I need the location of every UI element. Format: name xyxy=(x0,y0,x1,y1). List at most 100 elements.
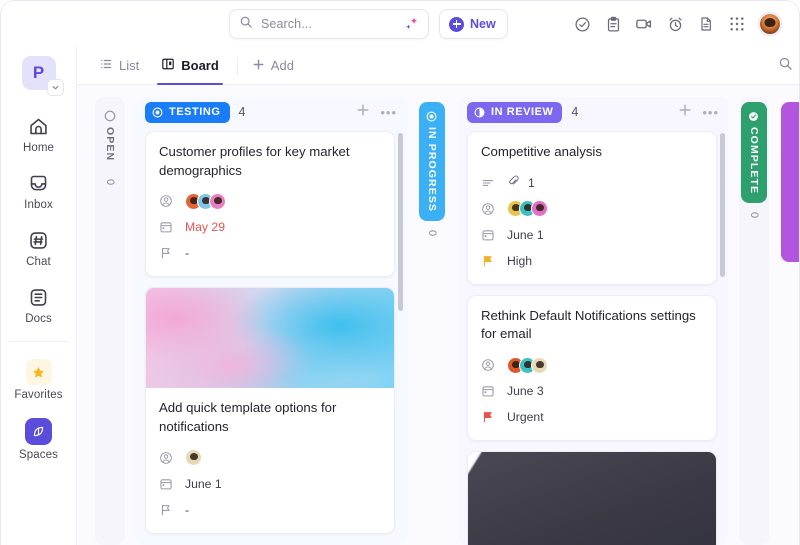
attachment-count: 1 xyxy=(528,175,535,190)
task-due-date-row: June 3 xyxy=(481,380,703,402)
task-priority: - xyxy=(185,502,190,517)
column-in-review-actions: ••• xyxy=(678,103,719,122)
task-title: Rethink Default Notifications settings f… xyxy=(481,307,696,342)
sidebar-item-home[interactable]: Home xyxy=(1,106,76,163)
view-toolbar-right xyxy=(778,56,799,76)
column-in-review: IN REVIEW 4 ••• Competitive analysis 1 J… xyxy=(457,97,729,545)
task-card[interactable]: Rethink Default Notifications settings f… xyxy=(467,294,717,442)
alarm-clock-icon[interactable] xyxy=(666,15,684,33)
column-in-progress-collapsed[interactable]: IN PROGRESS 0 xyxy=(417,97,447,545)
task-assignees-row xyxy=(159,447,381,469)
main-area: List Board Add OPEN 0 TESTING 4 ••• Cust… xyxy=(77,47,799,545)
sidebar-item-docs[interactable]: Docs xyxy=(1,277,76,334)
column-menu-button[interactable]: ••• xyxy=(380,106,397,119)
column-testing-scrollbar[interactable] xyxy=(398,133,403,311)
workspace-switcher[interactable]: P xyxy=(21,56,64,96)
view-tab-bar: List Board Add xyxy=(77,47,799,85)
sidebar-item-inbox[interactable]: Inbox xyxy=(1,163,76,220)
column-complete-collapsed[interactable]: COMPLETE 0 xyxy=(739,97,769,545)
assignee-avatars[interactable] xyxy=(507,356,548,374)
flag-icon[interactable] xyxy=(481,254,496,268)
column-next-collapsed[interactable] xyxy=(779,97,799,545)
status-half-circle-icon xyxy=(474,107,485,118)
new-button[interactable]: New xyxy=(439,9,508,39)
column-next-badge[interactable] xyxy=(781,102,799,262)
tab-board-label: Board xyxy=(181,58,219,73)
task-card[interactable]: Competitive analysis 1 June 1 High xyxy=(467,131,717,285)
new-button-label: New xyxy=(470,17,496,31)
task-due-date: June 3 xyxy=(507,384,544,399)
top-bar-icons xyxy=(573,13,783,35)
status-target-icon xyxy=(426,109,438,122)
sidebar-item-spaces[interactable]: Spaces xyxy=(1,410,76,470)
column-open-count: 0 xyxy=(104,179,116,186)
assignee-avatars[interactable] xyxy=(507,200,548,218)
column-menu-button[interactable]: ••• xyxy=(702,106,719,119)
task-title: Add quick template options for notificat… xyxy=(159,400,337,435)
assignee-avatars[interactable] xyxy=(185,449,202,467)
avatar[interactable] xyxy=(759,13,781,35)
calendar-icon[interactable] xyxy=(159,220,174,234)
video-camera-icon[interactable] xyxy=(635,15,653,33)
task-card[interactable] xyxy=(467,451,717,545)
assignee-icon[interactable] xyxy=(159,451,174,465)
flag-icon[interactable] xyxy=(159,503,174,517)
task-due-date-row: June 1 xyxy=(481,224,703,246)
column-in-progress-badge[interactable]: IN PROGRESS xyxy=(419,102,445,222)
clipboard-icon[interactable] xyxy=(604,15,622,33)
task-priority-row: - xyxy=(159,499,381,521)
assignee-icon[interactable] xyxy=(159,194,174,208)
sidebar-item-favorites[interactable]: Favorites xyxy=(1,351,76,410)
column-in-review-label: IN REVIEW xyxy=(491,106,554,118)
task-assignees-row xyxy=(481,354,703,376)
calendar-icon[interactable] xyxy=(159,477,174,491)
check-circle-icon[interactable] xyxy=(573,15,591,33)
task-priority: Urgent xyxy=(507,410,544,425)
ai-sparkle-icon[interactable] xyxy=(403,16,419,32)
column-complete-badge[interactable]: COMPLETE xyxy=(741,102,767,204)
star-icon xyxy=(25,359,52,385)
column-in-review-scrollbar[interactable] xyxy=(720,133,725,277)
search-input[interactable]: Search... xyxy=(229,9,429,39)
flag-icon[interactable] xyxy=(159,246,174,260)
document-icon[interactable] xyxy=(697,15,715,33)
chevron-down-icon[interactable] xyxy=(46,79,64,96)
column-in-review-status-pill[interactable]: IN REVIEW xyxy=(467,101,563,123)
task-card[interactable]: Add quick template options for notificat… xyxy=(145,287,395,534)
column-open-collapsed[interactable]: OPEN 0 xyxy=(95,97,125,545)
task-cover-image xyxy=(468,452,716,545)
column-open-badge[interactable]: OPEN xyxy=(97,102,123,170)
column-in-review-header: IN REVIEW 4 ••• xyxy=(457,97,729,127)
assignee-avatars[interactable] xyxy=(185,192,226,210)
board-columns: OPEN 0 TESTING 4 ••• Customer profiles f… xyxy=(77,85,799,545)
add-view-button[interactable]: Add xyxy=(252,58,294,74)
tab-list[interactable]: List xyxy=(95,47,143,84)
search-icon[interactable] xyxy=(778,56,793,76)
task-attachments-row: 1 xyxy=(481,172,703,194)
plus-circle-icon xyxy=(449,16,464,32)
top-bar: Search... New xyxy=(1,1,799,47)
docs-icon xyxy=(28,285,49,309)
sidebar-item-chat[interactable]: Chat xyxy=(1,220,76,277)
calendar-icon[interactable] xyxy=(481,384,496,398)
description-icon[interactable] xyxy=(481,176,496,190)
tab-board[interactable]: Board xyxy=(157,47,223,85)
column-testing-status-pill[interactable]: TESTING xyxy=(145,101,230,123)
assignee-icon[interactable] xyxy=(481,202,496,216)
task-assignees-row xyxy=(159,190,381,212)
calendar-icon[interactable] xyxy=(481,228,496,242)
flag-icon[interactable] xyxy=(481,410,496,424)
column-testing-count: 4 xyxy=(238,105,246,119)
column-testing-cards[interactable]: Customer profiles for key market demogra… xyxy=(135,127,407,545)
attachment-group[interactable]: 1 xyxy=(507,174,535,192)
task-card[interactable]: Customer profiles for key market demogra… xyxy=(145,131,395,278)
add-task-button[interactable] xyxy=(678,103,692,122)
add-task-button[interactable] xyxy=(356,103,370,122)
assignee-icon[interactable] xyxy=(481,358,496,372)
column-in-review-cards[interactable]: Competitive analysis 1 June 1 High Rethi… xyxy=(457,127,729,545)
top-bar-center: Search... New xyxy=(229,9,508,39)
status-open-circle-icon xyxy=(104,109,116,122)
apps-grid-icon[interactable] xyxy=(728,15,746,33)
sidebar-label-home: Home xyxy=(22,142,55,154)
task-due-date: May 29 xyxy=(185,220,225,235)
